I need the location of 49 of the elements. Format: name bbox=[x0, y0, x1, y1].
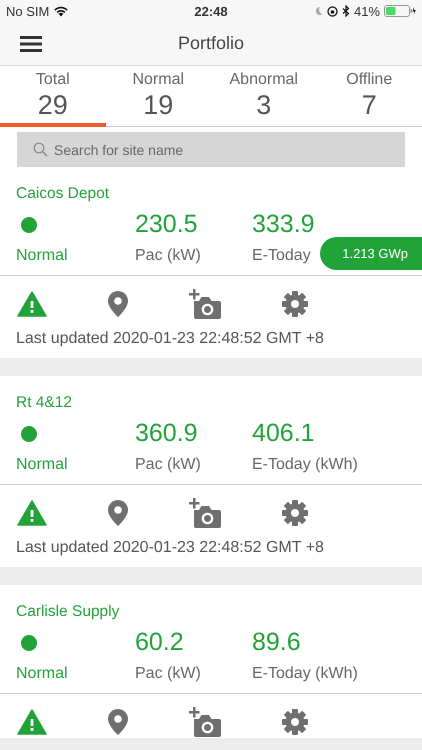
search-field[interactable]: Search for site name bbox=[17, 132, 405, 167]
location-pin-icon[interactable] bbox=[107, 499, 129, 527]
pac-value: 360.9 bbox=[135, 419, 198, 448]
status-tab[interactable]: Total 29 bbox=[0, 66, 106, 127]
location-pin-icon[interactable] bbox=[107, 708, 129, 736]
energy-label: E-Today (kWh) bbox=[252, 665, 358, 683]
energy-label: E-Today bbox=[252, 247, 311, 265]
add-photo-icon[interactable] bbox=[189, 498, 221, 528]
last-updated: Last updated 2020-01-23 22:48:52 GMT +8 bbox=[15, 538, 325, 558]
status-dot bbox=[21, 634, 37, 650]
warning-icon[interactable] bbox=[17, 500, 47, 526]
status-tab[interactable]: Normal 19 bbox=[106, 66, 211, 127]
status-dot bbox=[21, 216, 37, 232]
bluetooth-icon bbox=[342, 5, 350, 17]
add-photo-icon[interactable] bbox=[189, 289, 221, 319]
capacity-badge: 1.213 GWp bbox=[320, 237, 422, 270]
location-pin-icon[interactable] bbox=[107, 290, 129, 318]
status-label: Normal bbox=[16, 665, 68, 683]
page-title: Portfolio bbox=[178, 33, 244, 54]
status-tab[interactable]: Offline 7 bbox=[316, 66, 422, 127]
warning-icon[interactable] bbox=[17, 709, 47, 735]
status-dot bbox=[21, 426, 37, 442]
pac-label: Pac (kW) bbox=[135, 456, 201, 474]
status-tab[interactable]: Abnormal 3 bbox=[211, 66, 316, 127]
wifi-icon bbox=[53, 5, 70, 17]
menu-icon[interactable] bbox=[20, 35, 42, 53]
pac-value: 60.2 bbox=[135, 628, 184, 657]
settings-icon[interactable] bbox=[281, 290, 309, 318]
clock: 22:48 bbox=[193, 4, 229, 18]
pac-label: Pac (kW) bbox=[135, 665, 201, 683]
energy-value: 89.6 bbox=[252, 628, 301, 657]
warning-icon[interactable] bbox=[17, 291, 47, 317]
energy-value: 333.9 bbox=[252, 210, 315, 239]
settings-icon[interactable] bbox=[281, 708, 309, 736]
settings-icon[interactable] bbox=[281, 499, 309, 527]
status-label: Normal bbox=[16, 247, 68, 265]
battery-icon bbox=[384, 5, 416, 17]
moon-icon bbox=[314, 6, 323, 16]
energy-label: E-Today (kWh) bbox=[252, 456, 358, 474]
energy-value: 406.1 bbox=[252, 419, 315, 448]
last-updated: Last updated 2020-01-23 22:48:52 GMT +8 bbox=[15, 329, 325, 349]
add-photo-icon[interactable] bbox=[189, 707, 221, 737]
pac-value: 230.5 bbox=[135, 210, 198, 239]
search-icon bbox=[33, 142, 48, 157]
pac-label: Pac (kW) bbox=[135, 247, 201, 265]
carrier: No SIM bbox=[6, 4, 50, 18]
status-label: Normal bbox=[16, 456, 68, 474]
battery-percent: 41% bbox=[354, 4, 380, 18]
rotation-lock-icon bbox=[326, 6, 338, 16]
